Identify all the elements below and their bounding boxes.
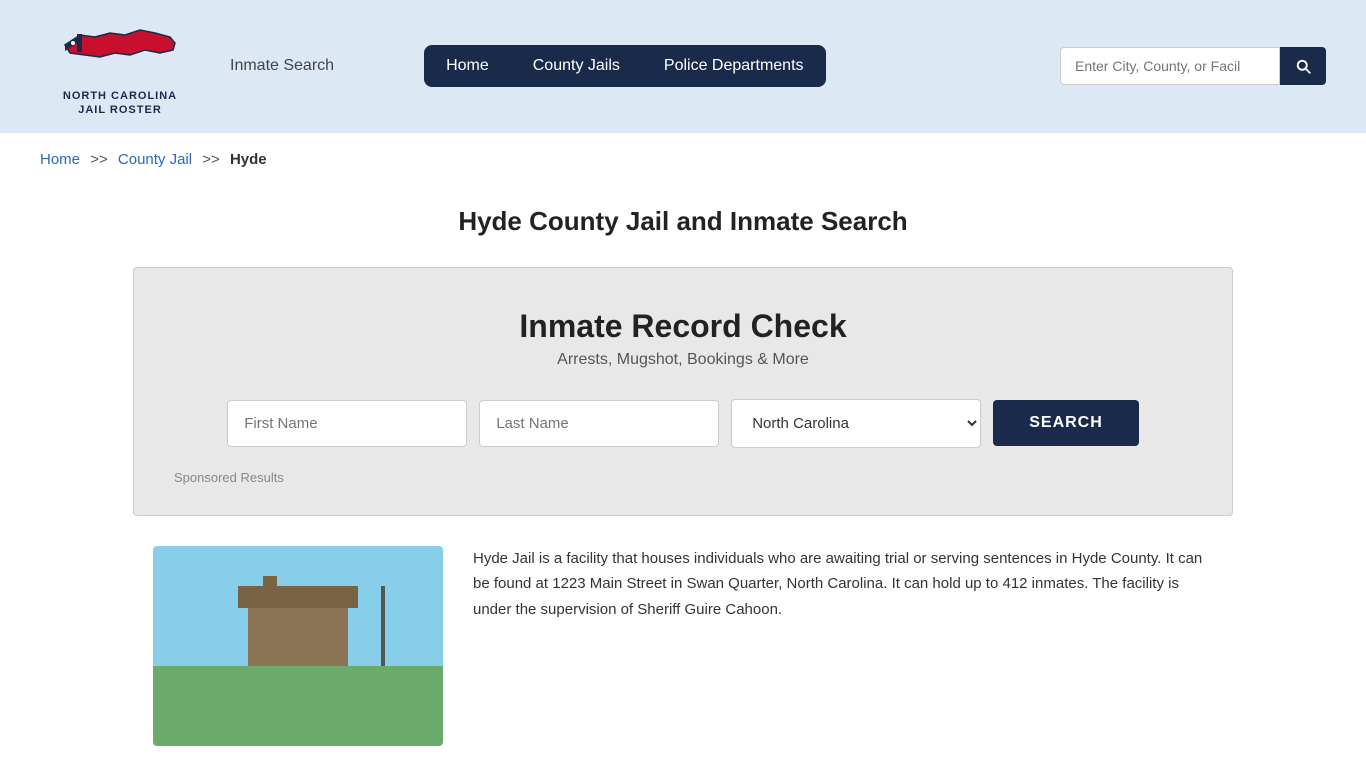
record-check-subtitle: Arrests, Mugshot, Bookings & More [174,351,1192,369]
nav-county-jails-button[interactable]: County Jails [511,45,642,87]
building-shape [248,606,348,666]
last-name-input[interactable] [479,400,719,447]
sponsored-results-label: Sponsored Results [174,470,1192,485]
search-icon [1294,57,1312,75]
breadcrumb-county-jail-link[interactable]: County Jail [118,151,192,168]
record-search-button[interactable]: SEARCH [993,400,1139,446]
pole-shape [381,586,385,666]
header-search-input[interactable] [1060,47,1280,85]
nav-home-button[interactable]: Home [424,45,511,87]
jail-image [153,546,443,746]
header-search-button[interactable] [1280,47,1326,85]
logo-text: NORTH CAROLINA JAIL ROSTER [63,89,177,118]
inmate-search-label: Inmate Search [230,57,334,75]
record-check-form: AlabamaAlaskaArizonaArkansasCaliforniaCo… [174,399,1192,448]
description-text: Hyde Jail is a facility that houses indi… [473,546,1213,746]
description-section: Hyde Jail is a facility that houses indi… [133,546,1233,746]
record-check-title: Inmate Record Check [174,308,1192,345]
breadcrumb-home-link[interactable]: Home [40,151,80,168]
nc-logo-icon [55,15,185,85]
nav-police-departments-button[interactable]: Police Departments [642,45,826,87]
breadcrumb-sep2: >> [202,151,220,168]
page-title: Hyde County Jail and Inmate Search [40,206,1326,237]
main-nav: Home County Jails Police Departments [424,45,825,87]
site-header: NORTH CAROLINA JAIL ROSTER Inmate Search… [0,0,1366,133]
header-search-area [1060,47,1326,85]
breadcrumb: Home >> County Jail >> Hyde [0,133,1366,186]
logo-area: NORTH CAROLINA JAIL ROSTER [40,15,200,118]
page-title-section: Hyde County Jail and Inmate Search [0,186,1366,247]
state-select[interactable]: AlabamaAlaskaArizonaArkansasCaliforniaCo… [731,399,981,448]
record-check-box: Inmate Record Check Arrests, Mugshot, Bo… [133,267,1233,516]
breadcrumb-sep1: >> [90,151,108,168]
first-name-input[interactable] [227,400,467,447]
breadcrumb-current: Hyde [230,151,267,168]
